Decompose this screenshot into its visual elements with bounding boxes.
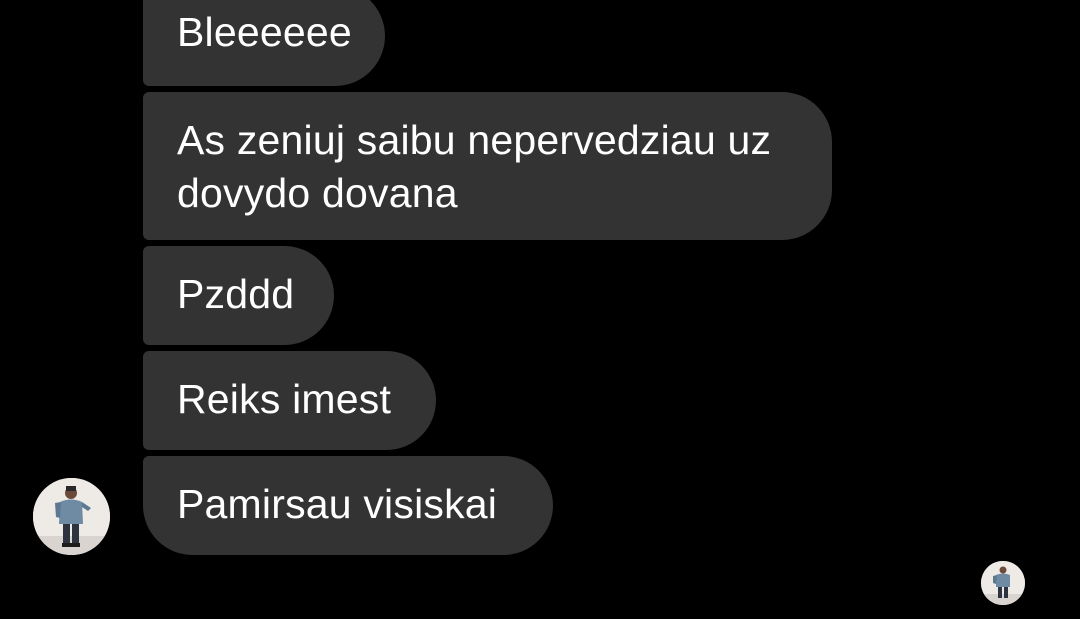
message-text: As zeniuj saibu nepervedziau uz dovydo d… bbox=[177, 117, 772, 216]
read-receipt-avatar bbox=[981, 561, 1025, 605]
message-bubble[interactable]: Pzddd bbox=[143, 246, 334, 345]
message-bubble[interactable]: Bleeeeee bbox=[143, 0, 385, 86]
sender-avatar[interactable] bbox=[33, 478, 110, 555]
message-thread: Bleeeeee As zeniuj saibu nepervedziau uz… bbox=[0, 0, 1080, 619]
message-bubble[interactable]: Reiks imest bbox=[143, 351, 436, 450]
message-text: Pamirsau visiskai bbox=[177, 481, 498, 527]
message-text: Pzddd bbox=[177, 271, 295, 317]
message-bubble[interactable]: Pamirsau visiskai bbox=[143, 456, 553, 555]
message-bubble[interactable]: As zeniuj saibu nepervedziau uz dovydo d… bbox=[143, 92, 832, 240]
message-text: Bleeeeee bbox=[177, 9, 352, 55]
message-text: Reiks imest bbox=[177, 376, 392, 422]
profile-photo-icon bbox=[33, 478, 110, 555]
profile-photo-small-icon bbox=[981, 561, 1025, 605]
